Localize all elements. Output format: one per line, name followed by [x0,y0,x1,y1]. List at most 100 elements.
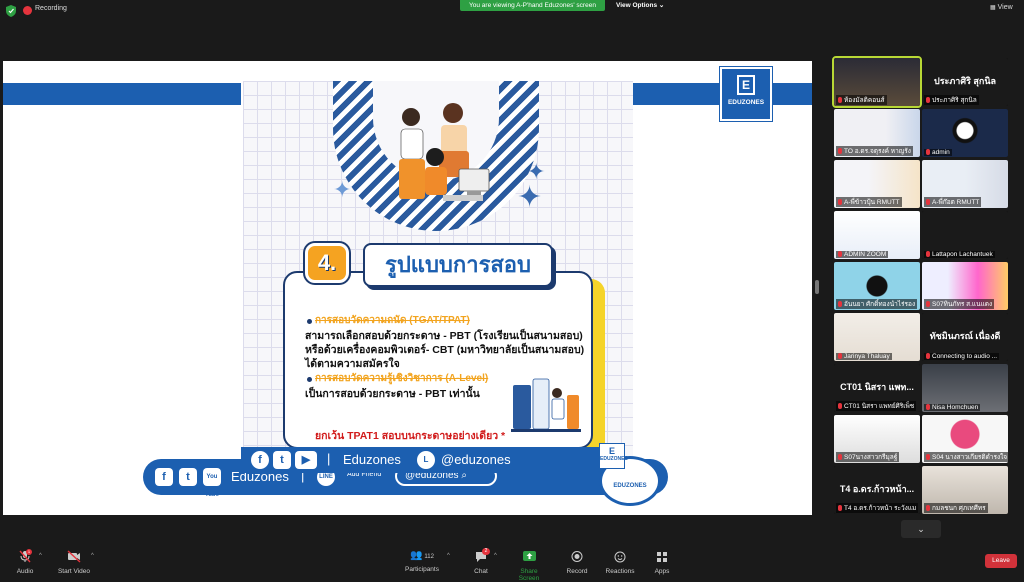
participant-name: TO อ.ดร.จตุรงค์ หาญรัง [844,148,911,155]
participant-name: ADMIN ZOOM [844,251,887,258]
apps-label: Apps [654,568,670,575]
share-screen-label: Share Screen [518,568,540,582]
participant-tile[interactable]: ADMIN ZOOM [834,211,920,259]
participants-options-caret[interactable]: ^ [447,553,450,559]
participant-tile[interactable]: กมลชนก ศุภเทศีทร [922,466,1008,514]
section-title: รูปแบบการสอบ [363,243,553,287]
mini-logo-mark: E [608,446,615,456]
participant-name-label: Nisa Homchuen [924,404,981,411]
muted-mic-icon [838,505,842,511]
viewing-banner: You are viewing A-P'hand Eduzones' scree… [460,0,605,11]
start-video-button[interactable]: Start Video [56,550,92,575]
twitter-icon: t [273,451,291,469]
logo-name: EDUZONES [727,99,765,106]
participant-name-label: A-พี่ข้าวปุ้น RMUTT [836,197,902,207]
chat-badge: 2 [482,548,490,555]
mini-logo-text: EDUZONES [600,456,628,462]
muted-mic-icon [926,301,930,307]
participant-tile[interactable]: TO อ.ดร.จตุรงค์ หาญรัง [834,109,920,157]
shared-screen[interactable]: E EDUZONES ✦ ✦ ✦ การสอบวัดความถนัด (TGAT… [3,61,812,515]
participant-name-label: ประภาศิริ สุกนิล [924,95,979,105]
participant-tile[interactable]: อันนยา ศักดิ์ทองนำไร่รอง [834,262,920,310]
leave-button[interactable]: Leave [985,554,1017,568]
section-title-text: รูปแบบการสอบ [385,252,531,277]
bullet [307,319,312,324]
participant-name-label: Lattapon Lachantuek [924,251,995,258]
participant-tile[interactable]: S07ทินภัทร ส.แนแดง [922,262,1008,310]
record-label: Record [566,568,588,575]
participant-name-label: Connecting to audio ... [924,353,1000,360]
participant-tile[interactable]: S04 นางสาวเกียรติดำรงใจ [922,415,1008,463]
participant-tile[interactable]: CT01 นิสรา แพท... CT01 นิสรา แพทย์ศิริเพ็… [834,364,920,412]
participant-tile[interactable]: T4 อ.ดร.ก้าวหน้า... T4 อ.ดร.ก้าวหน้า ระวั… [834,466,920,514]
sparkle-icon: ✦ [517,181,543,214]
participants-button[interactable]: 👥 112 Participants [402,550,442,573]
record-button[interactable]: Record [564,550,590,575]
panel-resize-handle[interactable] [815,280,819,294]
participant-tile[interactable]: A-พี่ก๊อต RMUTT [922,160,1008,208]
muted-mic-icon [926,97,930,103]
participant-name-label: admin [924,149,952,156]
exam-illustration [511,378,581,432]
participant-tile[interactable]: S07นางสาวกรีมุลฐ์ [834,415,920,463]
muted-mic-icon [838,251,842,257]
participant-name: Jarinya Thaluay [844,353,890,360]
participant-name: S04 นางสาวเกียรติดำรงใจ [932,454,1008,461]
chat-label: Chat [474,568,488,575]
view-options-button[interactable]: View Options ⌄ [616,0,664,11]
participant-tile[interactable]: ทัชมินภรณ์ เนื่องดี Connecting to audio .… [922,313,1008,361]
participant-tile[interactable]: admin [922,109,1008,157]
chat-options-caret[interactable]: ^ [494,553,497,559]
apps-button[interactable]: Apps [650,550,674,575]
line-id: @eduzones [441,452,511,467]
exam-format-poster: ✦ ✦ ✦ การสอบวัดความถนัด (TGAT/TPAT) สามา… [243,81,633,473]
share-screen-button[interactable]: Share Screen [510,550,548,582]
grid-icon: ▦ [990,5,996,11]
participant-tile[interactable]: Jarinya Thaluay [834,313,920,361]
participant-name: admin [932,149,950,156]
header-band-left [3,83,241,105]
participant-tile[interactable]: ประภาศิริ สุกนิล ประภาศิริ สุกนิล [922,58,1008,106]
participant-name-label: TO อ.ดร.จตุรงค์ หาญรัง [836,146,913,156]
section-number: 4. [317,250,337,275]
muted-mic-icon [926,199,930,205]
participant-name-label: กมลชนก ศุภเทศีทร [924,503,988,513]
participant-name-label: ห้องมัลติคอนส์ [836,95,887,105]
muted-mic-icon [838,454,842,460]
participant-name: ห้องมัลติคอนส์ [844,97,885,104]
exception-note: ยกเว้น TPAT1 สอบบนกระดาษอย่างเดียว * [315,430,506,442]
participant-name: อันนยา ศักดิ์ทองนำไร่รอง [844,301,916,308]
record-icon [571,551,583,562]
separator: | [327,451,331,466]
twitter-icon: t [179,468,197,486]
muted-mic-icon [838,353,842,359]
participant-tile[interactable]: A-พี่ข้าวปุ้น RMUTT [834,160,920,208]
audio-options-caret[interactable]: ^ [39,553,42,559]
participant-name: T4 อ.ดร.ก้าวหน้า ระวังแม [844,505,917,512]
participant-name: Lattapon Lachantuek [932,251,993,258]
participant-tile[interactable]: ห้องมัลติคอนส์ [832,56,922,108]
reactions-button[interactable]: Reactions [604,550,636,575]
audio-button[interactable]: Audio [12,550,38,575]
view-button[interactable]: ▦ View [990,4,1013,11]
security-shield-icon[interactable] [6,5,16,17]
video-options-caret[interactable]: ^ [91,553,94,559]
participant-display-name: ประภาศิริ สุกนิล [933,76,997,86]
muted-mic-icon [838,403,842,409]
heading-aptitude: การสอบวัดความถนัด (TGAT/TPAT) [315,315,470,326]
participant-name: ประภาศิริ สุกนิล [932,97,977,104]
participant-name: Nisa Homchuen [932,404,979,411]
participant-name: A-พี่ข้าวปุ้น RMUTT [844,199,900,206]
participant-name: A-พี่ก๊อต RMUTT [932,199,980,206]
participant-tile[interactable]: Lattapon Lachantuek [922,211,1008,259]
eduzones-mini-logo: E EDUZONES [599,443,628,469]
logo-mark: E [737,75,755,95]
participant-tile[interactable]: Nisa Homchuen [922,364,1008,412]
participant-name-label: Jarinya Thaluay [836,353,892,360]
muted-mic-icon [926,454,930,460]
start-video-label: Start Video [57,568,91,575]
participant-name: S07นางสาวกรีมุลฐ์ [844,454,898,461]
participant-name: S07ทินภัทร ส.แนแดง [932,301,993,308]
participants-icon-row: 👥 112 [402,550,442,563]
gallery-next-page-button[interactable]: ⌄ [901,520,941,538]
